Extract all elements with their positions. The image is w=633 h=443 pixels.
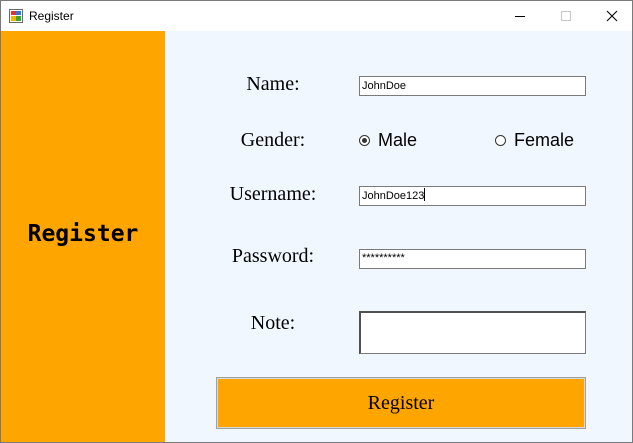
username-input-value: JohnDoe123 [362,190,425,202]
gender-female-radio[interactable]: Female [495,130,574,151]
gender-male-radio[interactable]: Male [359,130,417,151]
register-button[interactable]: Register [216,377,586,429]
password-input-value: ********** [362,252,405,264]
username-label: Username: [229,183,317,205]
app-icon [9,9,23,23]
minimize-icon [515,16,525,17]
register-form: Name: JohnDoe Gender: Male Female Userna… [165,31,632,442]
radio-checked-icon [359,135,370,146]
name-input[interactable]: JohnDoe [359,76,586,96]
note-label: Note: [250,312,296,334]
title-bar[interactable]: Register [1,1,632,31]
password-label: Password: [231,245,315,267]
note-textarea[interactable] [359,311,586,354]
gender-female-label: Female [514,130,575,150]
username-input[interactable]: JohnDoe123 [359,186,586,206]
password-input[interactable]: ********** [359,249,586,269]
name-label: Name: [246,73,300,95]
gender-male-label: Male [378,130,418,150]
text-caret [424,188,426,201]
radio-unchecked-icon [495,135,506,146]
close-button[interactable] [589,1,632,31]
register-window: Register Register Name: JohnDoe Gender: … [0,0,633,443]
minimize-button[interactable] [497,1,543,31]
close-icon [606,10,618,22]
gender-label: Gender: [240,129,306,151]
side-panel-title: Register [27,221,139,247]
name-input-value: JohnDoe [362,80,407,92]
maximize-button[interactable] [543,1,589,31]
window-title: Register [29,9,74,23]
maximize-icon [561,11,571,21]
side-panel: Register [1,31,165,442]
